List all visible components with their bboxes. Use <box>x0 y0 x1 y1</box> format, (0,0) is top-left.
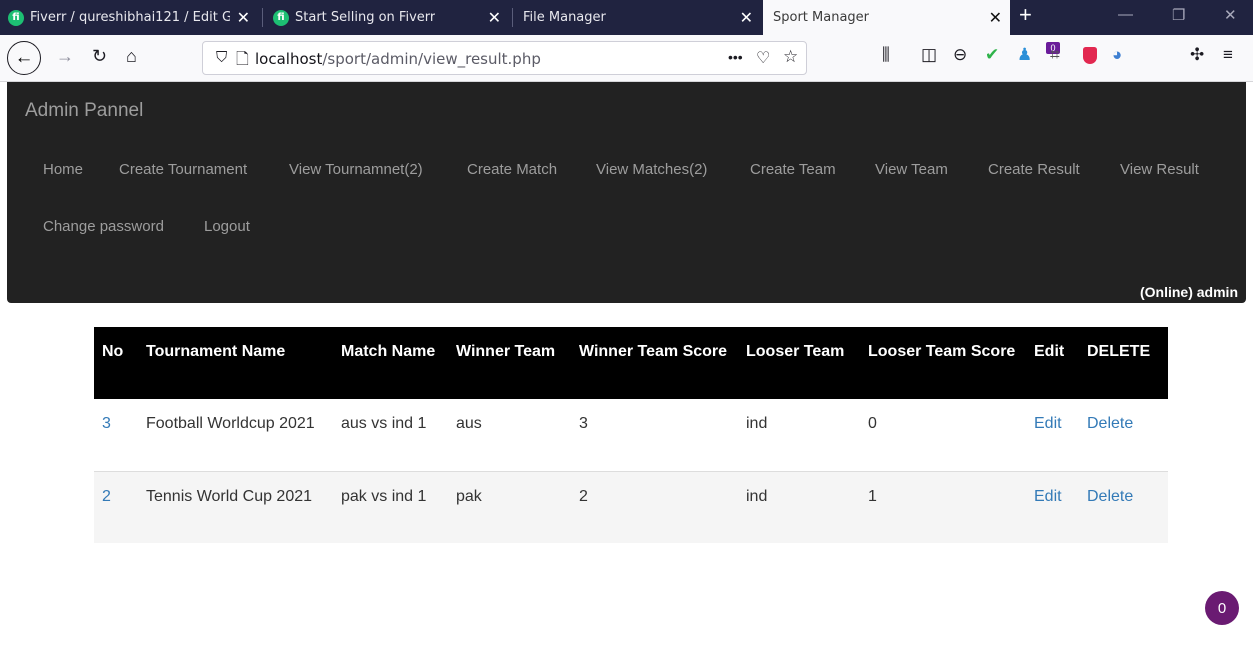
library-icon[interactable]: ⫼ <box>882 45 890 65</box>
tab-title: Start Selling on Fiverr <box>295 10 436 25</box>
header-match-name: Match Name <box>341 343 436 360</box>
tab-sport-manager[interactable]: Sport Manager ✕ <box>763 0 1010 35</box>
admin-navbar: Admin Pannel Home Create Tournament View… <box>7 82 1246 303</box>
tab-title: File Manager <box>523 10 606 25</box>
nav-view-result[interactable]: View Result <box>1120 161 1199 178</box>
tab-title: Fiverr / qureshibhai121 / Edit G <box>30 10 230 25</box>
header-delete: DELETE <box>1087 343 1151 360</box>
tab-separator <box>262 8 263 27</box>
url-bar[interactable]: ⛉ 🗋 localhost/sport/admin/view_result.ph… <box>202 41 807 75</box>
cell-looser: ind <box>746 487 768 505</box>
delete-link[interactable]: Delete <box>1087 488 1133 505</box>
header-edit: Edit <box>1034 343 1065 360</box>
minimize-icon[interactable]: — <box>1118 6 1133 23</box>
cell-edit: Edit <box>1026 471 1079 543</box>
floating-counter-badge[interactable]: 0 <box>1205 591 1239 625</box>
brand-title[interactable]: Admin Pannel <box>25 100 143 122</box>
crop-icon[interactable]: ⌗ <box>1050 45 1060 65</box>
delete-link[interactable]: Delete <box>1087 415 1133 432</box>
online-status: (Online) admin <box>1140 284 1238 300</box>
cell-no[interactable]: 3 <box>94 399 138 471</box>
header-looser-team: Looser Team <box>746 343 845 360</box>
nav-logout[interactable]: Logout <box>204 218 250 235</box>
navigation-toolbar: ← → ↻ ⌂ ⛉ 🗋 localhost/sport/admin/view_r… <box>0 35 1253 82</box>
cell-winner-score: 3 <box>579 415 588 432</box>
header-winner-team-score: Winner Team Score <box>579 343 728 360</box>
cell-delete: Delete <box>1079 471 1168 543</box>
check-extension-icon[interactable]: ✔ <box>985 45 999 65</box>
cell-winner: pak <box>456 487 482 505</box>
extensions-puzzle-icon[interactable]: ✣ <box>1190 45 1204 65</box>
fiverr-favicon-icon: fi <box>273 9 289 26</box>
cell-match: aus vs ind 1 <box>341 415 427 432</box>
cell-edit: Edit <box>1026 399 1079 471</box>
restore-icon[interactable]: ❐ <box>1172 6 1185 24</box>
row-id-link[interactable]: 2 <box>102 488 111 505</box>
ublock-icon[interactable] <box>1083 47 1097 64</box>
arrow-left-icon: ← <box>14 47 34 68</box>
close-tab-icon[interactable]: ✕ <box>989 8 1002 27</box>
close-window-icon[interactable]: ✕ <box>1224 6 1237 24</box>
tab-fiverr-edit[interactable]: fi Fiverr / qureshibhai121 / Edit G ✕ <box>0 0 258 35</box>
bookmark-star-icon[interactable]: ☆ <box>783 47 798 67</box>
table-row: 3 Football Worldcup 2021 aus vs ind 1 au… <box>94 399 1168 471</box>
globe-extension-icon[interactable]: ◕ <box>1112 45 1122 65</box>
sidebar-icon[interactable]: ◫ <box>921 45 937 65</box>
tab-title: Sport Manager <box>773 10 870 25</box>
cell-winner-score: 2 <box>579 487 588 505</box>
header-looser-team-score: Looser Team Score <box>868 343 1016 360</box>
nav-create-match[interactable]: Create Match <box>467 161 557 178</box>
fiverr-favicon-icon: fi <box>8 9 24 26</box>
header-no: No <box>102 343 124 360</box>
cell-tournament: Football Worldcup 2021 <box>146 415 315 432</box>
close-tab-icon[interactable]: ✕ <box>488 8 501 27</box>
nav-create-team[interactable]: Create Team <box>750 161 836 178</box>
close-tab-icon[interactable]: ✕ <box>237 8 250 27</box>
nav-view-matches[interactable]: View Matches(2) <box>596 161 707 178</box>
url-text[interactable]: localhost/sport/admin/view_result.php <box>255 50 541 68</box>
new-tab-button[interactable]: + <box>1019 2 1032 28</box>
header-tournament-name: Tournament Name <box>146 343 286 360</box>
table-header-row: No Tournament Name Match Name Winner Tea… <box>94 327 1168 399</box>
account-icon[interactable]: ⊖ <box>953 45 967 65</box>
home-button[interactable]: ⌂ <box>126 46 137 67</box>
close-tab-icon[interactable]: ✕ <box>740 8 753 27</box>
cell-winner: aus <box>456 415 482 432</box>
cell-looser-score: 1 <box>868 487 877 505</box>
tracking-shield-icon[interactable]: ⛉ <box>216 49 227 66</box>
cell-tournament: Tennis World Cup 2021 <box>146 487 313 505</box>
menu-hamburger-icon[interactable]: ≡ <box>1223 45 1233 65</box>
pocket-icon[interactable]: ♡ <box>756 48 770 68</box>
nav-change-password[interactable]: Change password <box>43 218 164 235</box>
page-info-icon[interactable]: 🗋 <box>236 48 249 75</box>
tab-file-manager[interactable]: File Manager ✕ <box>513 0 761 35</box>
browser-tab-strip: fi Fiverr / qureshibhai121 / Edit G ✕ fi… <box>0 0 1253 35</box>
cell-looser-score: 0 <box>868 415 877 432</box>
row-id-link[interactable]: 3 <box>102 415 111 432</box>
nav-home[interactable]: Home <box>43 161 83 178</box>
table-row: 2 Tennis World Cup 2021 pak vs ind 1 pak… <box>94 471 1168 543</box>
back-button[interactable]: ← <box>7 41 41 75</box>
cell-match: pak vs ind 1 <box>341 487 427 505</box>
tab-start-selling[interactable]: fi Start Selling on Fiverr ✕ <box>265 0 509 35</box>
forward-button[interactable]: → <box>56 46 74 67</box>
nav-create-tournament[interactable]: Create Tournament <box>119 161 247 178</box>
page-actions-icon[interactable]: ••• <box>728 49 743 65</box>
results-table: No Tournament Name Match Name Winner Tea… <box>94 327 1168 543</box>
nav-create-result[interactable]: Create Result <box>988 161 1080 178</box>
edit-link[interactable]: Edit <box>1034 488 1062 505</box>
header-winner-team: Winner Team <box>456 343 556 360</box>
cell-looser: ind <box>746 415 768 432</box>
cell-no[interactable]: 2 <box>94 471 138 543</box>
edit-link[interactable]: Edit <box>1034 415 1062 432</box>
reload-button[interactable]: ↻ <box>92 46 107 67</box>
nav-view-team[interactable]: View Team <box>875 161 948 178</box>
cell-delete: Delete <box>1079 399 1168 471</box>
extension-icon[interactable]: ♟ <box>1017 45 1032 65</box>
nav-view-tournament[interactable]: View Tournamnet(2) <box>289 161 423 178</box>
